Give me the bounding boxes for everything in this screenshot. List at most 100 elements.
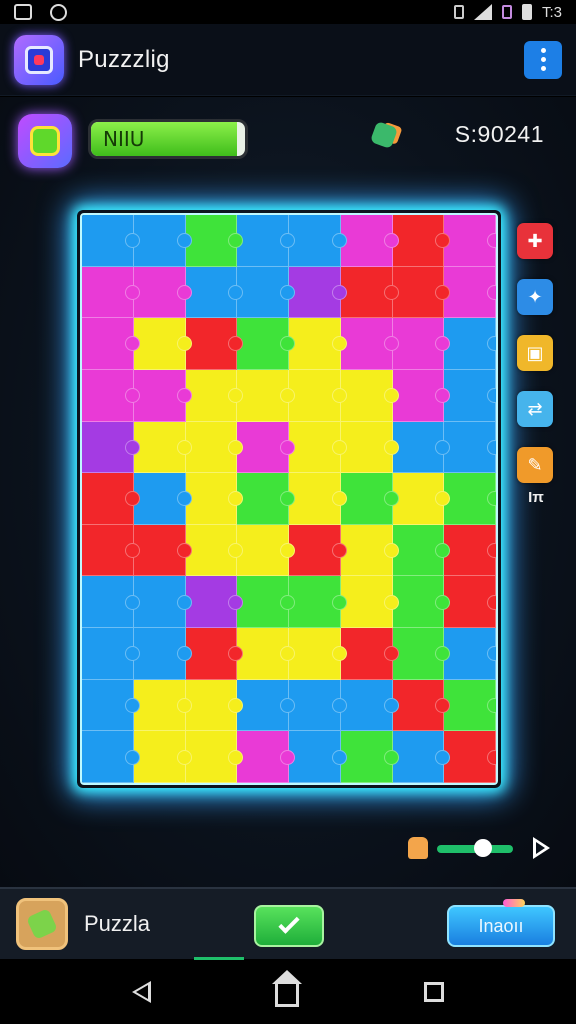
puzzle-piece[interactable] <box>340 369 399 422</box>
puzzle-piece[interactable] <box>82 473 140 525</box>
hint-tool-button[interactable]: ✚ <box>517 223 553 259</box>
puzzle-piece[interactable] <box>185 576 243 629</box>
shuffle-tool-button[interactable]: ⇄ <box>517 391 553 427</box>
puzzle-piece[interactable] <box>289 524 347 577</box>
edit-tool-button[interactable]: ✎ <box>517 447 553 483</box>
puzzle-piece[interactable] <box>237 369 295 422</box>
puzzle-piece[interactable] <box>289 473 347 525</box>
puzzle-piece[interactable] <box>392 679 450 732</box>
puzzle-piece[interactable] <box>133 266 192 319</box>
puzzle-piece[interactable] <box>133 628 192 680</box>
overflow-menu-button[interactable] <box>524 40 562 79</box>
puzzle-piece[interactable] <box>237 215 295 267</box>
puzzle-piece[interactable] <box>133 318 192 370</box>
puzzle-piece[interactable] <box>82 318 140 370</box>
puzzle-piece[interactable] <box>82 215 140 267</box>
box-tool-button[interactable]: ▣ <box>517 335 553 371</box>
puzzle-piece[interactable] <box>82 369 140 422</box>
puzzle-piece[interactable] <box>392 731 450 783</box>
puzzle-piece[interactable] <box>392 266 450 319</box>
puzzle-piece[interactable] <box>185 266 243 319</box>
puzzle-piece[interactable] <box>185 731 243 783</box>
puzzle-piece[interactable] <box>444 369 496 422</box>
puzzle-piece[interactable] <box>185 628 243 680</box>
zoom-slider-handle[interactable] <box>473 839 492 857</box>
back-nav-icon[interactable] <box>132 981 152 1003</box>
puzzle-piece[interactable] <box>444 318 496 370</box>
puzzle-piece[interactable] <box>289 421 347 474</box>
puzzle-piece[interactable] <box>444 266 496 319</box>
puzzle-piece[interactable] <box>340 421 399 474</box>
puzzle-piece[interactable] <box>392 215 450 267</box>
puzzle-piece[interactable] <box>392 421 450 474</box>
puzzle-piece[interactable] <box>392 473 450 525</box>
puzzle-piece[interactable] <box>289 679 347 732</box>
puzzle-piece[interactable] <box>185 473 243 525</box>
puzzle-piece[interactable] <box>82 731 140 783</box>
puzzle-piece[interactable] <box>237 318 295 370</box>
puzzle-piece[interactable] <box>392 628 450 680</box>
puzzle-piece[interactable] <box>133 421 192 474</box>
puzzle-piece[interactable] <box>340 524 399 577</box>
puzzle-piece[interactable] <box>392 576 450 629</box>
play-icon[interactable] <box>533 837 550 859</box>
puzzle-piece[interactable] <box>444 473 496 525</box>
puzzle-piece[interactable] <box>82 266 140 319</box>
puzzle-piece[interactable] <box>289 318 347 370</box>
puzzle-piece[interactable] <box>289 369 347 422</box>
puzzle-piece[interactable] <box>237 679 295 732</box>
puzzle-piece[interactable] <box>82 576 140 629</box>
puzzle-piece[interactable] <box>340 731 399 783</box>
puzzle-piece[interactable] <box>185 524 243 577</box>
puzzle-piece[interactable] <box>340 576 399 629</box>
puzzle-piece[interactable] <box>289 731 347 783</box>
puzzle-piece[interactable] <box>185 679 243 732</box>
magic-tool-button[interactable]: ✦ <box>517 279 553 315</box>
puzzle-board[interactable] <box>80 213 498 785</box>
puzzle-piece[interactable] <box>237 731 295 783</box>
puzzle-piece[interactable] <box>133 369 192 422</box>
puzzle-piece[interactable] <box>340 473 399 525</box>
puzzle-piece[interactable] <box>289 266 347 319</box>
puzzle-piece[interactable] <box>185 215 243 267</box>
puzzle-piece[interactable] <box>392 369 450 422</box>
puzzle-piece[interactable] <box>392 318 450 370</box>
puzzle-piece[interactable] <box>289 576 347 629</box>
puzzle-piece[interactable] <box>340 679 399 732</box>
puzzle-piece[interactable] <box>289 628 347 680</box>
puzzle-piece[interactable] <box>237 524 295 577</box>
puzzle-piece[interactable] <box>444 628 496 680</box>
puzzle-piece[interactable] <box>133 679 192 732</box>
puzzle-piece[interactable] <box>185 369 243 422</box>
home-nav-icon[interactable] <box>272 970 303 1007</box>
puzzle-piece[interactable] <box>133 576 192 629</box>
puzzle-piece[interactable] <box>340 266 399 319</box>
puzzle-piece[interactable] <box>444 576 496 629</box>
puzzle-piece[interactable] <box>289 215 347 267</box>
puzzle-piece[interactable] <box>444 679 496 732</box>
puzzle-piece[interactable] <box>133 731 192 783</box>
puzzle-piece[interactable] <box>340 318 399 370</box>
puzzle-piece[interactable] <box>185 421 243 474</box>
puzzle-piece[interactable] <box>82 524 140 577</box>
puzzle-piece[interactable] <box>133 215 192 267</box>
puzzle-piece[interactable] <box>133 524 192 577</box>
puzzle-piece[interactable] <box>237 628 295 680</box>
puzzle-thumbnail-button[interactable] <box>16 898 68 950</box>
recents-nav-icon[interactable] <box>423 982 444 1002</box>
puzzle-piece[interactable] <box>444 524 496 577</box>
puzzle-piece[interactable] <box>82 421 140 474</box>
puzzle-piece[interactable] <box>340 215 399 267</box>
puzzle-piece[interactable] <box>340 628 399 680</box>
puzzle-piece[interactable] <box>444 215 496 267</box>
puzzle-piece[interactable] <box>444 421 496 474</box>
puzzle-piece[interactable] <box>133 473 192 525</box>
puzzle-piece[interactable] <box>444 731 496 783</box>
puzzle-piece[interactable] <box>237 421 295 474</box>
puzzle-piece[interactable] <box>237 266 295 319</box>
puzzle-piece[interactable] <box>185 318 243 370</box>
puzzle-piece[interactable] <box>392 524 450 577</box>
puzzle-piece[interactable] <box>237 473 295 525</box>
puzzle-piece[interactable] <box>237 576 295 629</box>
puzzle-piece[interactable] <box>82 679 140 732</box>
